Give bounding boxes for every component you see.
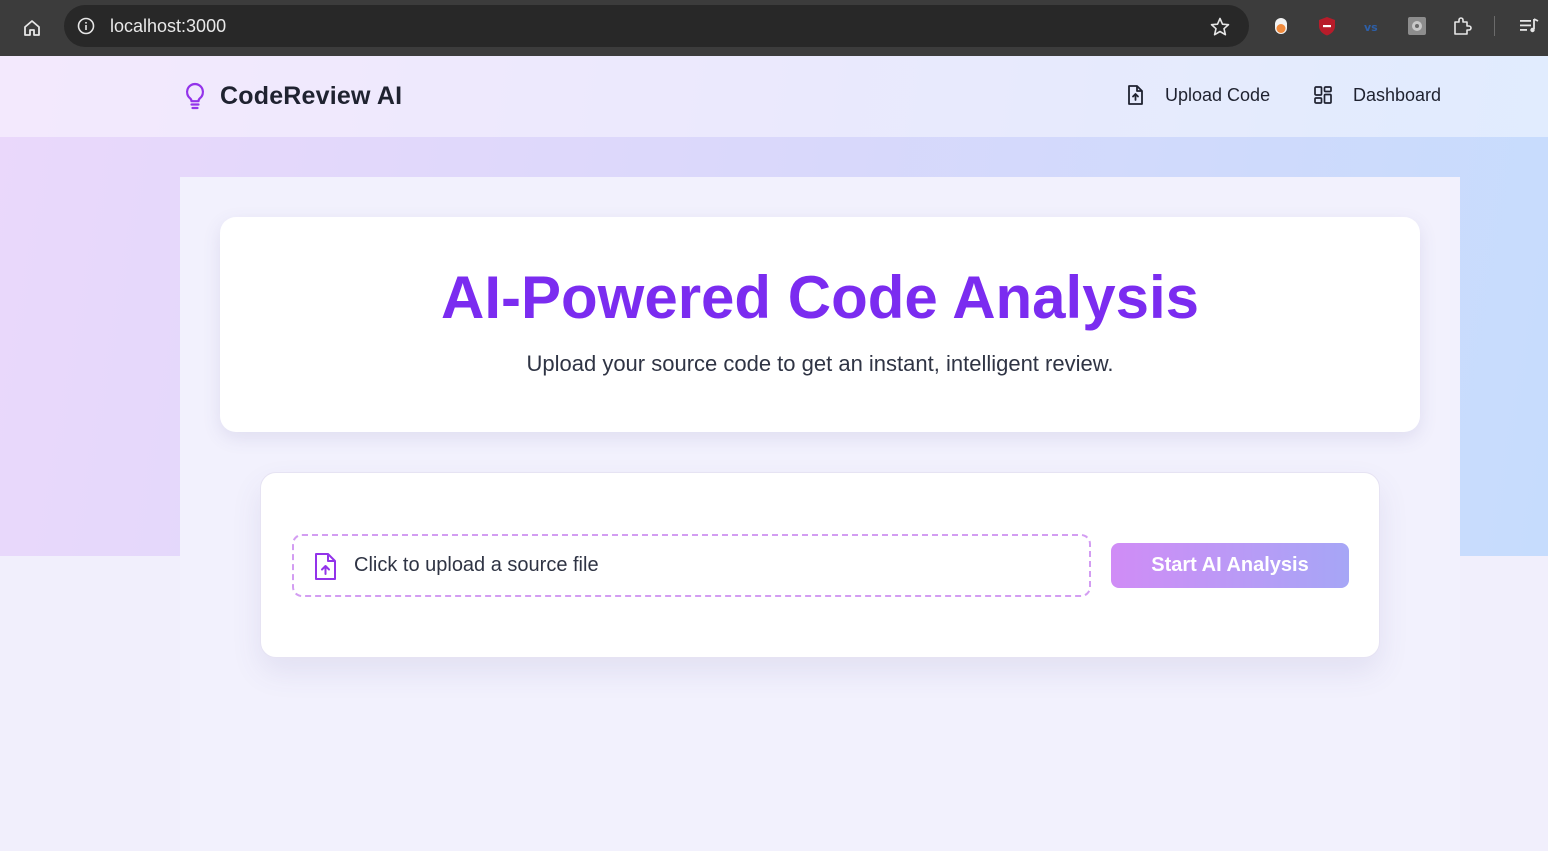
extension-shield-icon[interactable] [1315,14,1339,38]
puzzle-icon[interactable] [1450,14,1474,38]
page: CodeReview AI Upload Code Dashboard AI-P… [0,56,1548,851]
page-title: AI-Powered Code Analysis [441,264,1199,331]
nav-dashboard[interactable]: Dashboard [1312,84,1441,106]
brand[interactable]: CodeReview AI [182,80,402,112]
info-icon[interactable] [76,16,96,36]
grid-icon [1312,84,1334,106]
nav-dashboard-label: Dashboard [1353,84,1442,105]
dropzone-label: Click to upload a source file [354,554,599,576]
nav-upload-code[interactable]: Upload Code [1124,84,1270,106]
url-text[interactable]: localhost:3000 [110,16,226,36]
navbar: CodeReview AI Upload Code Dashboard [0,56,1548,137]
address-bar[interactable]: localhost:3000 [64,5,1249,47]
brand-name: CodeReview AI [220,81,403,110]
file-upload-icon [1124,84,1146,106]
main-container: AI-Powered Code Analysis Upload your sou… [180,177,1460,851]
toolbar-divider [1494,16,1495,36]
media-icon[interactable] [1517,14,1541,38]
lightbulb-icon [182,80,208,112]
home-icon[interactable] [18,14,46,42]
extension-gray-icon[interactable] [1405,14,1429,38]
file-dropzone[interactable]: Click to upload a source file [292,534,1091,597]
browser-toolbar: localhost:3000 vs [0,0,1548,56]
header-card: AI-Powered Code Analysis Upload your sou… [220,217,1420,432]
page-subtitle: Upload your source code to get an instan… [526,351,1114,376]
nav-upload-code-label: Upload Code [1165,84,1271,105]
bookmark-star-icon[interactable] [1209,16,1231,38]
start-analysis-button[interactable]: Start AI Analysis [1111,543,1349,588]
upload-card: Click to upload a source file Start AI A… [260,472,1380,658]
svg-text:vs: vs [1364,21,1378,34]
extension-orange-icon[interactable] [1269,14,1293,38]
extension-vs-icon[interactable]: vs [1360,14,1384,38]
file-upload-icon [312,552,338,582]
